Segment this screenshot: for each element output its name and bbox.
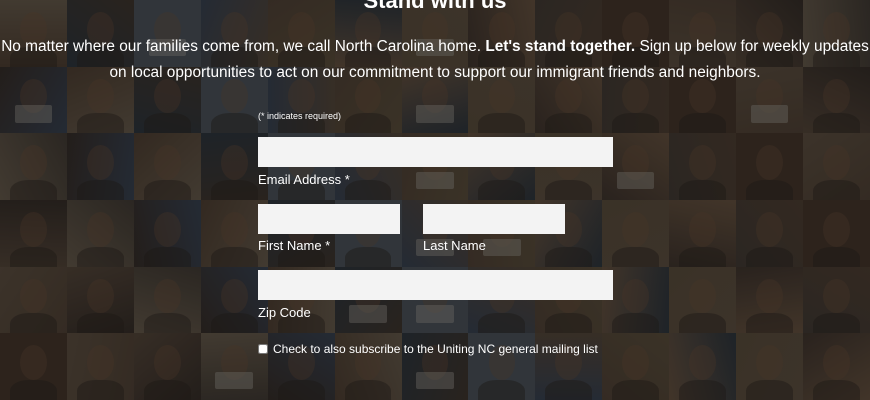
- last-name-label: Last Name: [423, 238, 486, 253]
- email-field[interactable]: [258, 137, 613, 167]
- required-note: (* indicates required): [258, 111, 342, 121]
- first-name-field[interactable]: [258, 204, 400, 234]
- subscribe-checkbox[interactable]: [258, 344, 268, 354]
- subscribe-label: Check to also subscribe to the Uniting N…: [273, 342, 598, 356]
- zip-code-label: Zip Code: [258, 305, 311, 320]
- first-name-label: First Name *: [258, 238, 331, 253]
- zip-code-field[interactable]: [258, 270, 613, 300]
- last-name-field[interactable]: [423, 204, 565, 234]
- signup-form: (* indicates required) Email Address * F…: [0, 0, 870, 400]
- subscribe-option[interactable]: Check to also subscribe to the Uniting N…: [258, 342, 598, 356]
- email-label: Email Address *: [258, 172, 350, 187]
- signup-section: Stand with us No matter where our famili…: [0, 0, 870, 400]
